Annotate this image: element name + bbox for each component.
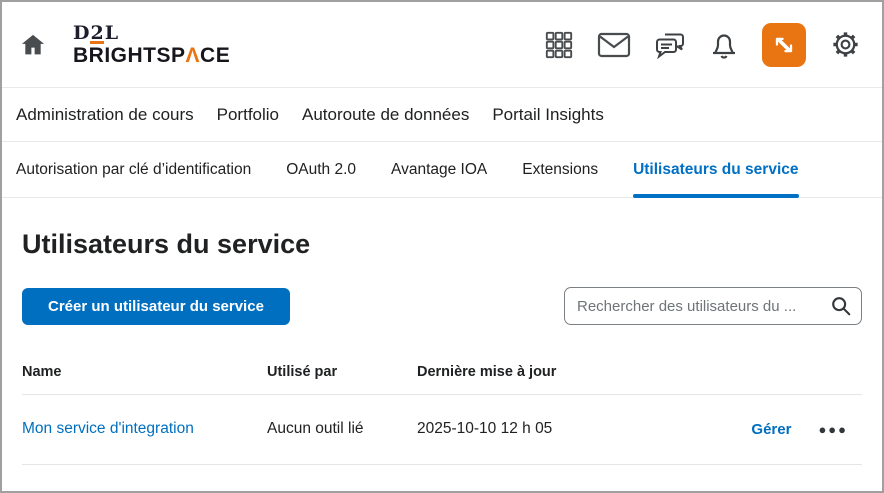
service-user-name-link[interactable]: Mon service d'integration: [22, 420, 194, 437]
d2l-wordmark: D2L: [73, 21, 120, 44]
admin-navbar: Administration de cours Portfolio Autoro…: [2, 88, 882, 142]
search-box: [564, 287, 862, 325]
tab-bar: Autorisation par clé d’identification OA…: [2, 142, 882, 198]
page-title: Utilisateurs du service: [22, 229, 311, 259]
nav-portail-insights[interactable]: Portail Insights: [492, 105, 604, 125]
table-header-row: Name Utilisé par Dernière mise à jour: [22, 354, 862, 395]
create-service-user-button[interactable]: Créer un utilisateur du service: [22, 287, 290, 325]
nav-administration-de-cours[interactable]: Administration de cours: [16, 105, 194, 125]
manage-link[interactable]: Gérer: [751, 421, 791, 438]
home-icon[interactable]: [20, 32, 46, 58]
main-content: Utilisateurs du service Créer un utilisa…: [2, 229, 882, 465]
nav-portfolio[interactable]: Portfolio: [217, 105, 279, 125]
top-bar-icons: [544, 22, 862, 67]
toolbar: Créer un utilisateur du service: [22, 287, 862, 325]
nav-autoroute-de-donnees[interactable]: Autoroute de données: [302, 105, 469, 125]
tab-extensions[interactable]: Extensions: [522, 142, 598, 197]
header-used-by: Utilisé par: [267, 364, 338, 380]
tab-utilisateurs-du-service[interactable]: Utilisateurs du service: [633, 142, 799, 198]
used-by-value: Aucun outil lié: [267, 420, 364, 437]
app-window: D2L BRIGHTSPΛCE Administration de cours …: [0, 0, 884, 493]
notifications-bell-icon[interactable]: [709, 29, 739, 61]
settings-gear-icon[interactable]: [829, 28, 862, 61]
brightspace-logo: D2L BRIGHTSPΛCE: [73, 21, 231, 67]
more-options-icon[interactable]: ●●●: [818, 422, 848, 437]
tab-avantage-ioa[interactable]: Avantage IOA: [391, 142, 487, 197]
apps-grid-icon[interactable]: [544, 30, 574, 60]
search-input[interactable]: [577, 297, 826, 315]
header-last-updated: Dernière mise à jour: [417, 364, 557, 380]
tab-autorisation-cle-identification[interactable]: Autorisation par clé d’identification: [16, 142, 251, 197]
service-users-table: Name Utilisé par Dernière mise à jour Mo…: [22, 354, 862, 465]
chat-icon[interactable]: [654, 30, 686, 60]
brightspace-wordmark: BRIGHTSPΛCE: [73, 43, 231, 67]
top-bar: D2L BRIGHTSPΛCE: [2, 2, 882, 88]
search-icon[interactable]: [826, 295, 852, 317]
header-name: Name: [22, 364, 62, 380]
data-sync-icon[interactable]: [762, 22, 806, 67]
tab-oauth-2-0[interactable]: OAuth 2.0: [286, 142, 356, 197]
last-updated-value: 2025-10-10 12 h 05: [417, 420, 553, 437]
table-row: Mon service d'integration Aucun outil li…: [22, 395, 862, 465]
mail-icon[interactable]: [597, 32, 631, 58]
